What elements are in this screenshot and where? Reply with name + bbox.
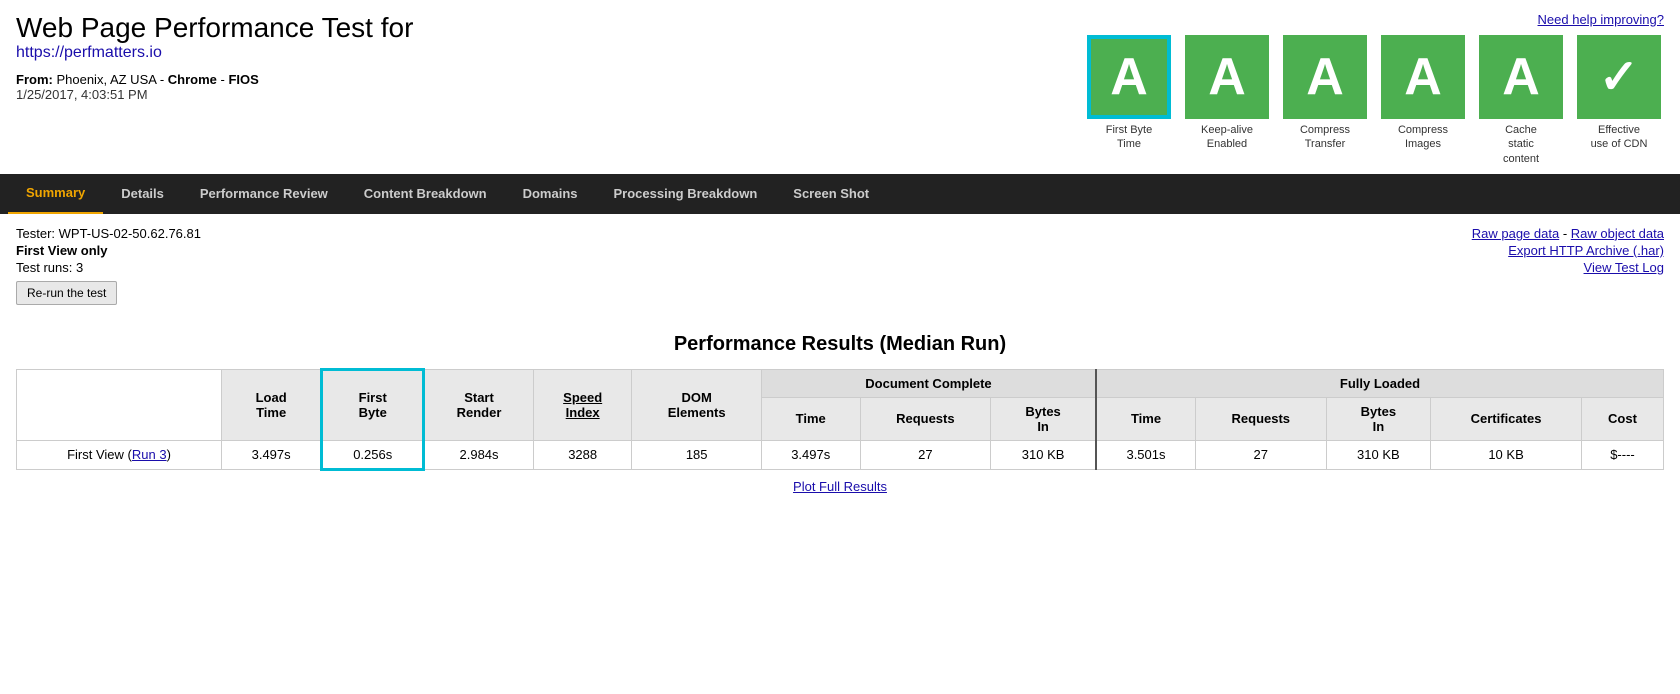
from-info: From: Phoenix, AZ USA - Chrome - FIOS [16, 72, 413, 87]
nav-item-performance-review[interactable]: Performance Review [182, 174, 346, 214]
results-table: LoadTime FirstByte StartRender SpeedInde… [16, 368, 1664, 471]
cell-speed-index: 3288 [533, 440, 632, 469]
grade-item-compress-transfer[interactable]: A CompressTransfer [1280, 35, 1370, 152]
grade-box-first-byte: A [1087, 35, 1171, 119]
plot-link-container: Plot Full Results [0, 479, 1680, 510]
grade-label-first-byte: First ByteTime [1106, 123, 1152, 152]
grade-label-cache-static: Cachestaticcontent [1503, 123, 1539, 166]
raw-page-data-link[interactable]: Raw page data [1472, 226, 1559, 241]
view-test-log-link-container: View Test Log [1472, 260, 1664, 275]
tester-info: Tester: WPT-US-02-50.62.76.81 [16, 226, 201, 241]
grade-boxes: A First ByteTime A Keep-aliveEnabled A C… [1084, 35, 1664, 166]
th-fully-loaded: Fully Loaded [1096, 369, 1663, 397]
th-fl-cost: Cost [1581, 397, 1663, 440]
view-test-log-link[interactable]: View Test Log [1584, 260, 1664, 275]
from-value: Phoenix, AZ USA [56, 72, 156, 87]
nav-item-processing-breakdown[interactable]: Processing Breakdown [596, 174, 776, 214]
nav-item-summary[interactable]: Summary [8, 174, 103, 214]
th-load-time: LoadTime [222, 369, 322, 440]
cell-start-render: 2.984s [424, 440, 534, 469]
grade-label-compress-transfer: CompressTransfer [1300, 123, 1350, 152]
need-help-link[interactable]: Need help improving? [1538, 12, 1664, 27]
export-har-link-container: Export HTTP Archive (.har) [1472, 243, 1664, 258]
grade-item-first-byte[interactable]: A First ByteTime [1084, 35, 1174, 152]
results-table-container: LoadTime FirstByte StartRender SpeedInde… [0, 368, 1680, 471]
header-left: Web Page Performance Test for https://pe… [16, 12, 413, 102]
plot-full-results-link[interactable]: Plot Full Results [793, 479, 887, 494]
first-view-label: First View only [16, 243, 201, 258]
grade-box-compress-images: A [1381, 35, 1465, 119]
date-info: 1/25/2017, 4:03:51 PM [16, 87, 413, 102]
header-section: Web Page Performance Test for https://pe… [0, 0, 1680, 174]
th-doc-requests: Requests [860, 397, 991, 440]
th-fl-requests: Requests [1195, 397, 1326, 440]
grade-item-cdn[interactable]: ✓ Effectiveuse of CDN [1574, 35, 1664, 152]
grade-item-cache-static[interactable]: A Cachestaticcontent [1476, 35, 1566, 166]
nav-item-details[interactable]: Details [103, 174, 182, 214]
cell-doc-bytes-in: 310 KB [991, 440, 1096, 469]
grade-box-compress-transfer: A [1283, 35, 1367, 119]
table-row: First View (Run 3) 3.497s 0.256s 2.984s … [17, 440, 1664, 469]
grade-box-cache-static: A [1479, 35, 1563, 119]
grades-container: Need help improving? A First ByteTime A … [1084, 12, 1664, 166]
grade-box-keep-alive: A [1185, 35, 1269, 119]
cell-doc-requests: 27 [860, 440, 991, 469]
connection: FIOS [228, 72, 258, 87]
cell-fl-time: 3.501s [1096, 440, 1195, 469]
info-row: Tester: WPT-US-02-50.62.76.81 First View… [16, 226, 1664, 305]
grade-box-cdn: ✓ [1577, 35, 1661, 119]
th-doc-complete: Document Complete [761, 369, 1096, 397]
run-link[interactable]: Run 3 [132, 447, 167, 462]
site-url[interactable]: https://perfmatters.io [16, 44, 162, 61]
grade-label-keep-alive: Keep-aliveEnabled [1201, 123, 1253, 152]
th-doc-bytes-in: BytesIn [991, 397, 1096, 440]
rerun-button[interactable]: Re-run the test [16, 281, 117, 305]
cell-fl-bytes-in: 310 KB [1326, 440, 1431, 469]
grade-label-cdn: Effectiveuse of CDN [1591, 123, 1648, 152]
cell-first-byte: 0.256s [322, 440, 424, 469]
grade-label-compress-images: CompressImages [1398, 123, 1448, 152]
nav-item-domains[interactable]: Domains [505, 174, 596, 214]
th-first-byte: FirstByte [322, 369, 424, 440]
raw-data-links: Raw page data - Raw object data [1472, 226, 1664, 241]
nav-item-content-breakdown[interactable]: Content Breakdown [346, 174, 505, 214]
row-label: First View (Run 3) [17, 440, 222, 469]
cell-load-time: 3.497s [222, 440, 322, 469]
nav-item-screen-shot[interactable]: Screen Shot [775, 174, 887, 214]
export-har-link[interactable]: Export HTTP Archive (.har) [1508, 243, 1664, 258]
cell-doc-time: 3.497s [761, 440, 860, 469]
grade-item-compress-images[interactable]: A CompressImages [1378, 35, 1468, 152]
from-label: From: [16, 72, 53, 87]
grade-item-keep-alive[interactable]: A Keep-aliveEnabled [1182, 35, 1272, 152]
th-doc-time: Time [761, 397, 860, 440]
cell-dom-elements: 185 [632, 440, 761, 469]
cell-fl-certificates: 10 KB [1431, 440, 1582, 469]
info-left: Tester: WPT-US-02-50.62.76.81 First View… [16, 226, 201, 305]
cell-fl-requests: 27 [1195, 440, 1326, 469]
browser: Chrome [168, 72, 217, 87]
page-title: Web Page Performance Test for [16, 12, 413, 44]
nav-bar: Summary Details Performance Review Conte… [0, 174, 1680, 214]
raw-object-data-link[interactable]: Raw object data [1571, 226, 1664, 241]
th-dom-elements: DOMElements [632, 369, 761, 440]
test-runs: Test runs: 3 [16, 260, 201, 275]
th-fl-certificates: Certificates [1431, 397, 1582, 440]
cell-fl-cost: $---- [1581, 440, 1663, 469]
th-speed-index: SpeedIndex [533, 369, 632, 440]
th-fl-time: Time [1096, 397, 1195, 440]
th-empty [17, 369, 222, 440]
info-right: Raw page data - Raw object data Export H… [1472, 226, 1664, 277]
th-fl-bytes-in: BytesIn [1326, 397, 1431, 440]
content-section: Tester: WPT-US-02-50.62.76.81 First View… [0, 214, 1680, 317]
th-start-render: StartRender [424, 369, 534, 440]
results-title: Performance Results (Median Run) [0, 333, 1680, 356]
